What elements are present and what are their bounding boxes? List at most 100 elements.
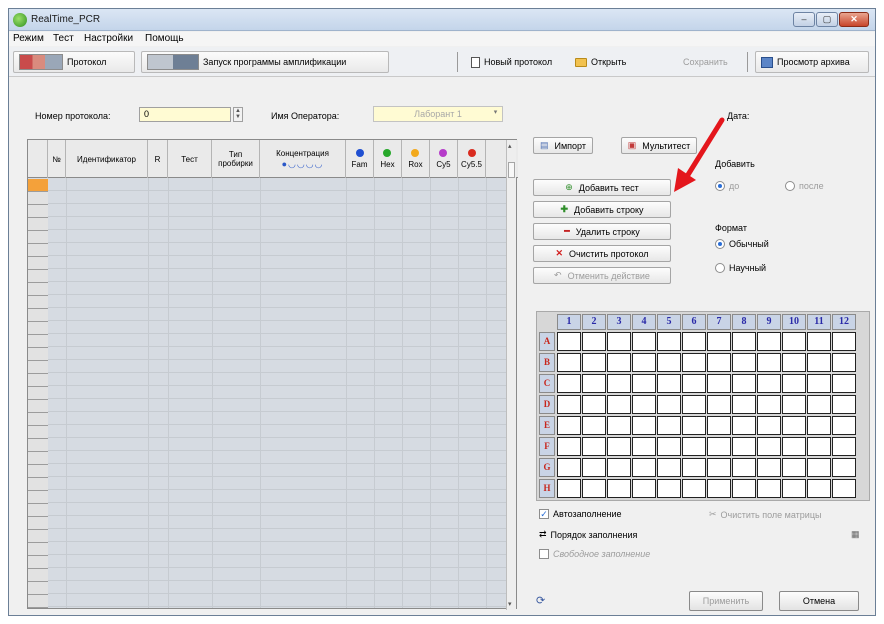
plate-well[interactable] [657,332,681,351]
table-row-header[interactable] [28,543,48,556]
plate-well[interactable] [807,479,831,498]
plate-well[interactable] [607,437,631,456]
plate-well[interactable] [632,479,656,498]
tab-protocol[interactable]: Протокол [13,51,135,73]
plate-well[interactable] [732,374,756,393]
plate-well[interactable] [832,332,856,351]
plate-well[interactable] [782,416,806,435]
table-scrollbar[interactable]: ▴ ▾ [506,140,516,610]
table-row-header[interactable] [28,374,48,387]
plate-well[interactable] [707,353,731,372]
table-row-header[interactable] [28,335,48,348]
undo-button[interactable]: ↶ Отменить действие [533,267,671,284]
plate-well[interactable] [607,353,631,372]
fill-order-settings[interactable]: ▦ [851,529,860,540]
refresh-icon[interactable]: ⟳ [536,594,545,607]
table-row-header[interactable] [28,205,48,218]
plate-well[interactable] [807,416,831,435]
plate-well[interactable] [582,332,606,351]
plate-well[interactable] [832,395,856,414]
plate-row-header[interactable]: G [539,458,555,477]
plate-well[interactable] [607,479,631,498]
plate-well[interactable] [707,437,731,456]
add-after-radio[interactable]: после [785,181,824,191]
table-row-header[interactable] [28,569,48,582]
plate-well[interactable] [732,332,756,351]
plate-well[interactable] [832,416,856,435]
plate-well[interactable] [557,416,581,435]
plate-well[interactable] [557,332,581,351]
table-row-header[interactable] [28,283,48,296]
plate-well[interactable] [732,479,756,498]
plate-well[interactable] [832,353,856,372]
column-concentration[interactable]: Концентрация ●◡◡◡◡ [260,140,346,178]
plate-well[interactable] [657,437,681,456]
table-row-header[interactable] [28,192,48,205]
plate-well[interactable] [707,332,731,351]
plate-well[interactable] [582,479,606,498]
free-fill-checkbox[interactable]: Свободное заполнение [539,549,650,559]
plate-well[interactable] [657,353,681,372]
plate-well[interactable] [557,458,581,477]
column-cy55[interactable]: Cy5.5 [458,140,486,178]
plate-well[interactable] [832,437,856,456]
table-row-header[interactable] [28,231,48,244]
plate-well[interactable] [807,353,831,372]
plate-well[interactable] [582,374,606,393]
plate-matrix[interactable]: 1 2 3 4 5 6 7 8 9 10 11 12 A B C D E F G H [536,311,870,501]
plate-well[interactable] [807,332,831,351]
plate-well[interactable] [607,374,631,393]
column-identifier[interactable]: Идентификатор [66,140,148,178]
plate-well[interactable] [732,416,756,435]
format-normal-radio[interactable]: Обычный [715,239,769,249]
column-tube-type[interactable]: Тип пробирки [212,140,260,178]
column-cy5[interactable]: Cy5 [430,140,458,178]
plate-column-header[interactable]: 4 [632,314,656,330]
plate-well[interactable] [757,332,781,351]
plate-well[interactable] [707,416,731,435]
plate-well[interactable] [682,437,706,456]
plate-well[interactable] [632,395,656,414]
plate-well[interactable] [632,353,656,372]
protocol-number-spinner[interactable]: ▲ ▼ [233,107,243,122]
delete-row-button[interactable]: ━ Удалить строку [533,223,671,240]
plate-well[interactable] [607,332,631,351]
table-row-header[interactable] [28,530,48,543]
plate-well[interactable] [682,416,706,435]
apply-button[interactable]: Применить [689,591,763,611]
add-before-radio[interactable]: до [715,181,739,191]
table-row-header[interactable] [28,348,48,361]
table-row-header[interactable] [28,322,48,335]
table-row-header[interactable] [28,244,48,257]
plate-well[interactable] [582,437,606,456]
operator-select[interactable]: Лаборант 1 ▾ [373,106,503,122]
plate-well[interactable] [682,332,706,351]
plate-well[interactable] [657,374,681,393]
table-row-header[interactable] [28,179,48,192]
plate-well[interactable] [757,395,781,414]
plate-well[interactable] [782,458,806,477]
table-row-header[interactable] [28,491,48,504]
plate-row-header[interactable]: C [539,374,555,393]
plate-well[interactable] [732,437,756,456]
plate-well[interactable] [807,458,831,477]
column-test[interactable]: Тест [168,140,212,178]
plate-column-header[interactable]: 5 [657,314,681,330]
plate-well[interactable] [782,479,806,498]
plate-well[interactable] [757,353,781,372]
plate-column-header[interactable]: 2 [582,314,606,330]
table-row-header[interactable] [28,426,48,439]
plate-row-header[interactable]: D [539,395,555,414]
table-row-header[interactable] [28,504,48,517]
plate-well[interactable] [632,458,656,477]
plate-column-header[interactable]: 11 [807,314,831,330]
plate-well[interactable] [807,395,831,414]
plate-column-header[interactable]: 1 [557,314,581,330]
column-rox[interactable]: Rox [402,140,430,178]
plate-row-header[interactable]: A [539,332,555,351]
plate-well[interactable] [607,458,631,477]
plate-well[interactable] [807,374,831,393]
table-row-header[interactable] [28,296,48,309]
plate-well[interactable] [732,353,756,372]
plate-well[interactable] [682,353,706,372]
